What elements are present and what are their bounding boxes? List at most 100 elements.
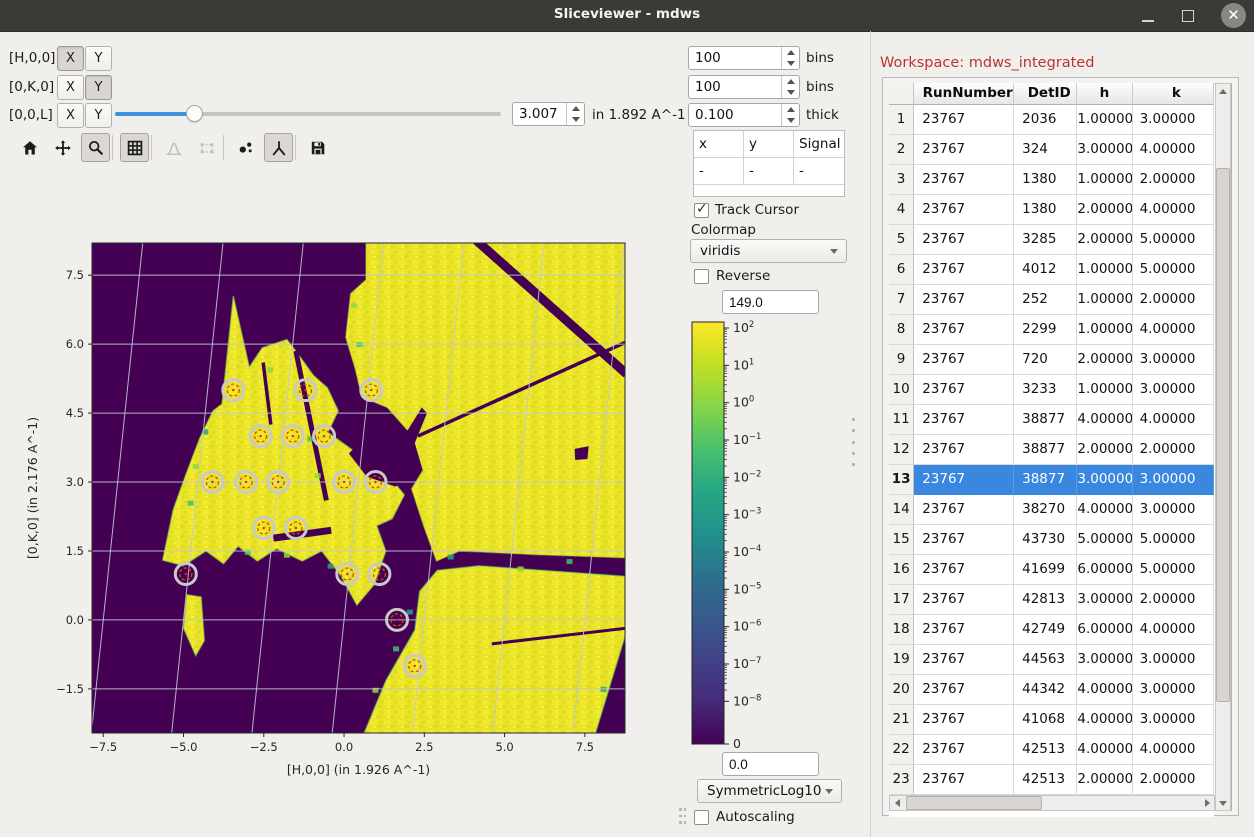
table-cell[interactable]: 42513 [1014,765,1077,795]
table-cell[interactable]: 3.00000 [1133,465,1214,495]
table-row[interactable]: 1923767445633.000003.00000 [889,645,1214,675]
hscroll-thumb[interactable] [906,796,1042,810]
header-runnumber[interactable]: RunNumber [914,83,1014,105]
table-row[interactable]: 9237677202.000003.00000 [889,345,1214,375]
bin-spinbox-0[interactable]: 100 [688,46,800,70]
header-corner[interactable] [889,83,914,105]
table-cell[interactable]: 1.00000 [1077,285,1132,315]
table-cell[interactable]: 4.00000 [1077,705,1132,735]
table-cell[interactable]: 23767 [914,735,1014,765]
table-cell[interactable]: 4.00000 [1077,495,1132,525]
table-cell[interactable]: 3.00000 [1133,705,1214,735]
table-cell[interactable]: 13 [889,465,914,495]
table-cell[interactable]: 4.00000 [1133,135,1214,165]
table-cell[interactable]: 23767 [914,285,1014,315]
table-cell[interactable]: 2 [889,135,914,165]
table-cell[interactable]: 3.00000 [1077,135,1132,165]
dim-1-x-button[interactable]: X [57,75,84,100]
table-cell[interactable]: 5.00000 [1133,525,1214,555]
table-cell[interactable]: 4 [889,195,914,225]
table-cell[interactable]: 5.00000 [1133,255,1214,285]
table-cell[interactable]: 6.00000 [1077,555,1132,585]
table-cell[interactable]: 3.00000 [1133,375,1214,405]
table-cell[interactable]: 42749 [1014,615,1077,645]
table-row[interactable]: 1823767427496.000004.00000 [889,615,1214,645]
colormap-combobox[interactable]: viridis [690,239,847,263]
table-cell[interactable]: 3.00000 [1077,645,1132,675]
table-cell[interactable]: 23767 [914,465,1014,495]
table-row[interactable]: 1723767428133.000002.00000 [889,585,1214,615]
table-cell[interactable]: 23767 [914,585,1014,615]
table-cell[interactable]: 2.00000 [1077,225,1132,255]
table-cell[interactable]: 2.00000 [1077,435,1132,465]
table-cell[interactable]: 2.00000 [1133,585,1214,615]
table-cell[interactable]: 1.00000 [1077,105,1132,135]
bin-spinbox-2[interactable]: 0.100 [688,103,800,127]
table-cell[interactable]: 4.00000 [1077,735,1132,765]
table-cell[interactable]: 4.00000 [1133,405,1214,435]
table-row[interactable]: 32376713801.000002.00000 [889,165,1214,195]
table-cell[interactable]: 1.00000 [1077,315,1132,345]
table-cell[interactable]: 3.00000 [1133,675,1214,705]
table-cell[interactable]: 23767 [914,405,1014,435]
table-cell[interactable]: 23767 [914,345,1014,375]
bin-value[interactable]: 0.100 [689,104,781,126]
table-cell[interactable]: 41068 [1014,705,1077,735]
table-cell[interactable]: 10 [889,375,914,405]
table-cell[interactable]: 23767 [914,435,1014,465]
table-cell[interactable]: 3285 [1014,225,1077,255]
close-button[interactable]: ✕ [1221,3,1246,28]
slice-plot[interactable]: −7.5−5.0−2.50.02.55.07.5−1.50.01.53.04.5… [20,230,660,790]
table-cell[interactable]: 3.00000 [1133,645,1214,675]
scroll-left-icon[interactable] [889,795,905,811]
table-cell[interactable]: 1.00000 [1077,255,1132,285]
table-cell[interactable]: 2.00000 [1077,765,1132,795]
bin-value[interactable]: 100 [689,47,781,69]
scroll-right-icon[interactable] [1199,795,1215,811]
table-cell[interactable]: 5 [889,225,914,255]
grid-button[interactable] [120,133,149,162]
table-cell[interactable]: 23767 [914,225,1014,255]
scroll-up-icon[interactable] [1215,83,1231,99]
table-row[interactable]: 52376732852.000005.00000 [889,225,1214,255]
table-cell[interactable]: 15 [889,525,914,555]
table-row[interactable]: 12376720361.000003.00000 [889,105,1214,135]
splitter-handle[interactable] [679,808,689,826]
colorbar-max-input[interactable] [722,290,819,314]
table-cell[interactable]: 23 [889,765,914,795]
slice-value-spinbox[interactable]: 3.007 [512,102,585,126]
maximize-button[interactable] [1176,4,1200,28]
table-cell[interactable]: 4.00000 [1077,675,1132,705]
table-cell[interactable]: 23767 [914,135,1014,165]
table-row[interactable]: 82376722991.000004.00000 [889,315,1214,345]
table-row[interactable]: 42376713802.000004.00000 [889,195,1214,225]
table-row[interactable]: 102376732331.000003.00000 [889,375,1214,405]
table-cell[interactable]: 23767 [914,315,1014,345]
table-cell[interactable]: 4.00000 [1133,735,1214,765]
table-row[interactable]: 1423767382704.000003.00000 [889,495,1214,525]
dim-1-y-button[interactable]: Y [85,75,112,100]
table-cell[interactable]: 1.00000 [1077,375,1132,405]
table-cell[interactable]: 2299 [1014,315,1077,345]
table-row[interactable]: 2323767425132.000002.00000 [889,765,1214,795]
table-cell[interactable]: 3.00000 [1133,495,1214,525]
autoscaling-checkbox[interactable] [694,810,709,825]
table-cell[interactable]: 4.00000 [1133,195,1214,225]
table-cell[interactable]: 23767 [914,555,1014,585]
table-cell[interactable]: 3 [889,165,914,195]
slice-slider-handle[interactable] [186,105,203,122]
table-cell[interactable]: 2.00000 [1133,435,1214,465]
table-cell[interactable]: 16 [889,555,914,585]
table-cell[interactable]: 22 [889,735,914,765]
bin-spinbox-1[interactable]: 100 [688,75,800,99]
table-row[interactable]: 1223767388772.000002.00000 [889,435,1214,465]
table-row[interactable]: 7237672521.000002.00000 [889,285,1214,315]
table-cell[interactable]: 44342 [1014,675,1077,705]
dim-2-x-button[interactable]: X [57,103,84,128]
table-cell[interactable]: 2.00000 [1133,285,1214,315]
table-cell[interactable]: 2.00000 [1077,195,1132,225]
dim-0-x-button[interactable]: X [57,46,84,71]
table-cell[interactable]: 23767 [914,255,1014,285]
pan-button[interactable] [48,133,77,162]
colorbar-min-input[interactable] [722,752,819,776]
